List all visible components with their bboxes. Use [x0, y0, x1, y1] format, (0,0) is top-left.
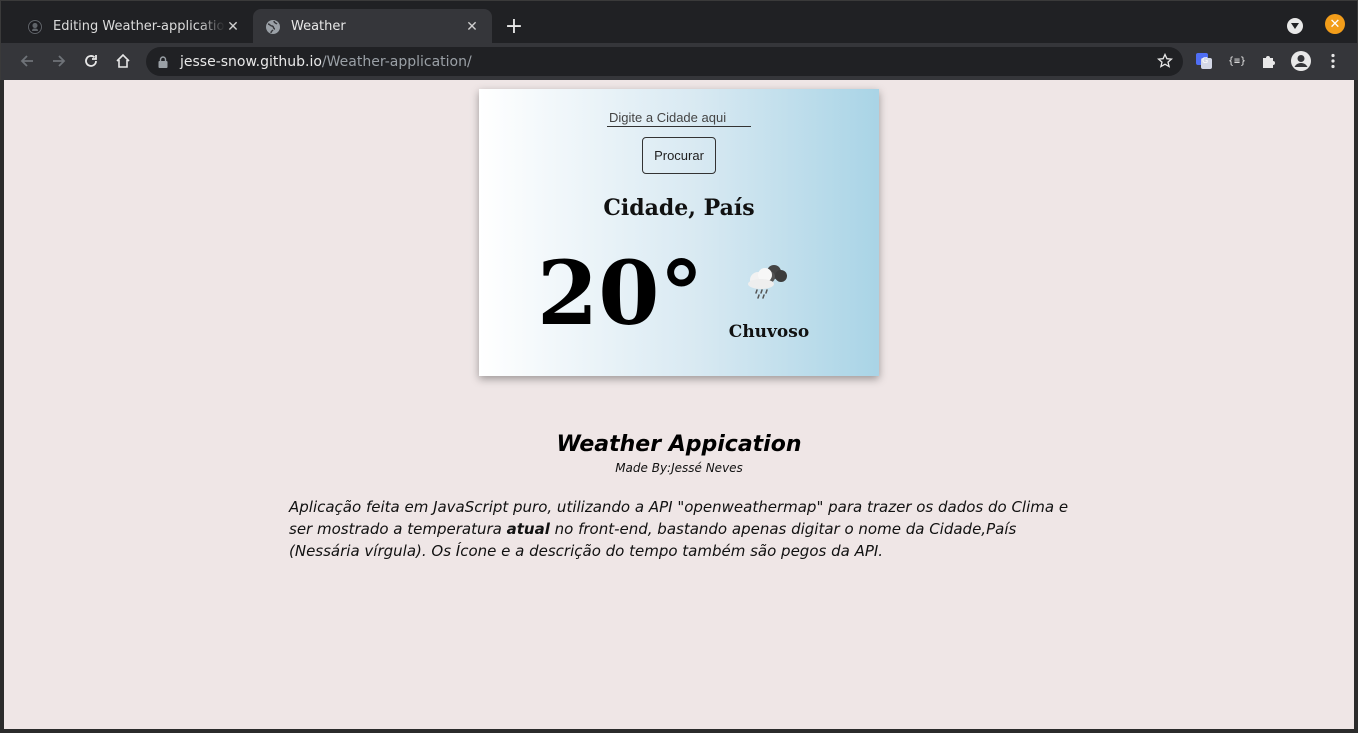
variables-extension-icon[interactable]: {≡} — [1225, 49, 1249, 73]
tab-title: Weather — [291, 19, 346, 34]
close-tab-icon[interactable]: ✕ — [464, 19, 480, 35]
weather-card: Procurar Cidade, País 20° Chuvoso — [479, 89, 879, 376]
window-close-button[interactable]: ✕ — [1325, 14, 1345, 34]
page-viewport: Procurar Cidade, País 20° Chuvoso — [4, 80, 1354, 729]
back-button[interactable] — [15, 49, 39, 73]
home-icon — [116, 53, 130, 68]
bookmark-star-icon[interactable] — [1156, 52, 1174, 69]
reload-icon — [85, 55, 97, 67]
city-search-input[interactable] — [607, 109, 751, 127]
close-tab-icon[interactable]: ✕ — [225, 19, 241, 35]
tab-strip: Editing Weather-application/ ✕ Weather ✕… — [0, 0, 1358, 44]
tab-editing[interactable]: Editing Weather-application/ ✕ — [15, 9, 253, 44]
description-emphasis: atual — [506, 520, 550, 538]
new-tab-button[interactable]: + — [501, 14, 527, 40]
forward-button[interactable] — [47, 49, 71, 73]
author-credit: Made By:Jessé Neves — [615, 461, 743, 475]
url-path: /Weather-application/ — [321, 53, 472, 70]
arrow-left-icon — [20, 55, 33, 67]
translate-extension-icon[interactable]: G — [1192, 49, 1216, 73]
tab-search-icon[interactable] — [1287, 18, 1303, 34]
lock-icon[interactable] — [158, 55, 172, 68]
temperature-value: 20° — [537, 241, 704, 345]
url-text: jesse-snow.github.io/Weather-application… — [180, 54, 472, 70]
weather-description: Chuvoso — [728, 322, 810, 342]
github-icon — [27, 19, 43, 35]
extensions-puzzle-icon[interactable] — [1257, 49, 1281, 73]
rain-cloud-icon — [745, 261, 791, 301]
globe-icon — [265, 19, 281, 35]
tab-weather[interactable]: Weather ✕ — [253, 9, 492, 44]
browser-toolbar: jesse-snow.github.io/Weather-application… — [0, 43, 1358, 80]
profile-avatar-icon[interactable] — [1289, 49, 1313, 73]
svg-text:G: G — [1202, 56, 1208, 65]
browser-menu-icon[interactable] — [1321, 49, 1345, 73]
location-heading: Cidade, País — [603, 195, 755, 221]
app-title: Weather Appication — [556, 432, 802, 457]
url-host: jesse-snow.github.io — [180, 53, 322, 70]
app-description: Aplicação feita em JavaScript puro, util… — [289, 496, 1079, 562]
tab-title: Editing Weather-application/ — [53, 19, 225, 34]
reload-button[interactable] — [79, 49, 103, 73]
address-bar[interactable]: jesse-snow.github.io/Weather-application… — [146, 47, 1183, 76]
arrow-right-icon — [53, 55, 66, 67]
search-button[interactable]: Procurar — [642, 137, 716, 174]
home-button[interactable] — [111, 49, 135, 73]
